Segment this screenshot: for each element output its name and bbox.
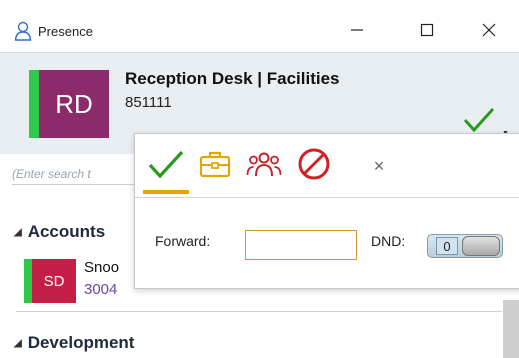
status-tabs: ×: [135, 134, 519, 198]
dnd-value: 0: [436, 237, 458, 255]
check-icon: [146, 147, 186, 186]
group-label: Development: [27, 333, 135, 352]
dnd-toggle[interactable]: 0: [427, 234, 503, 258]
avatar-initials: SD: [43, 272, 65, 290]
presence-status-bar: [29, 70, 39, 138]
tab-available[interactable]: [143, 144, 189, 194]
divider: [16, 311, 502, 312]
tab-away[interactable]: [197, 144, 233, 188]
people-group-icon: [246, 149, 282, 184]
scrollbar[interactable]: [503, 300, 519, 358]
close-window-button[interactable]: [466, 14, 512, 50]
user-extension: 851111: [125, 94, 172, 111]
selected-tab-indicator: [143, 190, 189, 194]
available-check-icon[interactable]: [462, 105, 496, 135]
status-popup: × Forward: DND: 0: [134, 133, 519, 289]
dnd-label: DND:: [371, 233, 406, 249]
tab-in-meeting[interactable]: [245, 144, 283, 188]
dnd-toggle-knob[interactable]: [462, 236, 500, 256]
tab-busy[interactable]: [295, 144, 333, 188]
group-label: Accounts: [27, 222, 106, 241]
contact-name: Snoo: [84, 259, 120, 276]
window-title: Presence: [38, 24, 93, 39]
avatar-initials: RD: [55, 88, 93, 119]
briefcase-icon: [199, 149, 231, 184]
search-input[interactable]: (Enter search t: [12, 163, 152, 185]
contact-extension: 3004: [84, 281, 118, 298]
close-icon: [482, 23, 496, 42]
maximize-icon: [420, 23, 434, 42]
user-name: Reception Desk | Facilities: [125, 69, 340, 88]
minimize-button[interactable]: [334, 14, 380, 50]
close-popup-button[interactable]: ×: [367, 144, 391, 188]
group-header-accounts[interactable]: ◢ Accounts: [14, 222, 105, 242]
person-outline-icon: [14, 21, 32, 41]
collapse-triangle-icon: ◢: [14, 226, 22, 238]
group-header-development[interactable]: ◢ Development: [14, 333, 134, 353]
minimize-icon: [350, 23, 364, 42]
forward-label: Forward:: [155, 233, 211, 249]
maximize-button[interactable]: [404, 14, 450, 50]
presence-status-bar: [24, 259, 32, 303]
avatar[interactable]: RD: [39, 70, 109, 138]
collapse-triangle-icon: ◢: [14, 337, 22, 349]
avatar: SD: [32, 259, 76, 303]
no-entry-icon: [297, 147, 331, 186]
forward-field[interactable]: [245, 230, 357, 260]
